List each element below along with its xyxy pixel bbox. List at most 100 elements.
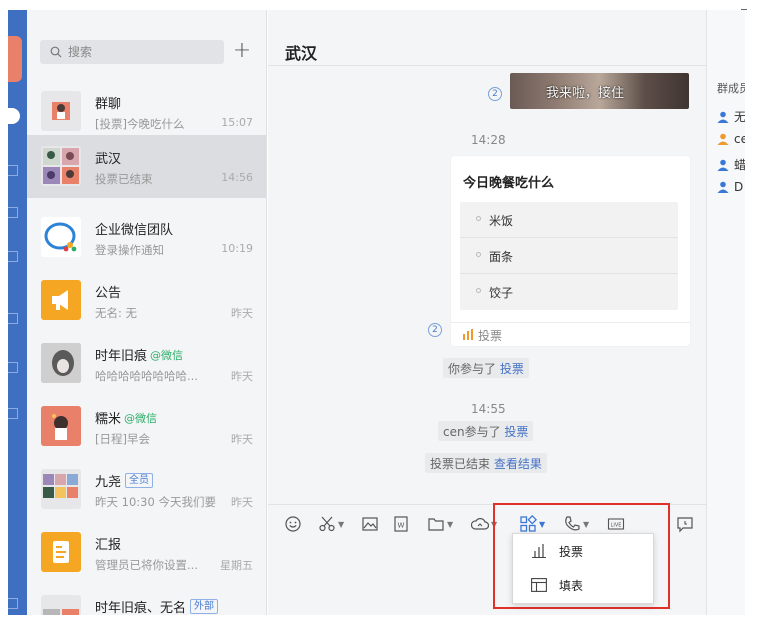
timestamp: 14:28: [471, 133, 506, 147]
conversation-preview: 哈哈哈哈哈哈哈哈...: [95, 369, 198, 383]
group-avatar: [41, 91, 81, 131]
report-icon: [41, 532, 81, 572]
drive-nav-icon[interactable]: [8, 362, 18, 373]
poll-card[interactable]: 今日晚餐吃什么 米饭 面条 饺子 投票: [451, 156, 690, 346]
conversation-preview: 无名: 无: [95, 306, 138, 320]
search-icon: [50, 46, 62, 58]
conversation-title: 时年旧痕、无名 外部: [95, 597, 219, 615]
chevron-down-icon: ▼: [338, 519, 345, 529]
chat-title: 武汉: [285, 44, 318, 63]
docs-nav-icon[interactable]: [8, 207, 18, 218]
add-button[interactable]: +: [232, 40, 252, 64]
search-box[interactable]: [40, 40, 224, 64]
conversation-title: 群聊: [95, 97, 122, 112]
poll-footer-label: 投票: [478, 329, 503, 343]
conversation-title: 汇报: [95, 538, 122, 553]
cloud-icon: [471, 518, 489, 530]
person-icon: [717, 133, 729, 145]
member-header: 群成员: [717, 82, 745, 95]
conversation-preview: [日程]早会: [95, 432, 150, 446]
folder-icon: [428, 518, 444, 531]
conversation-title: 时年旧痕 @微信: [95, 348, 184, 365]
conversation-item[interactable]: 公告 无名: 无 昨天: [27, 269, 266, 332]
chevron-down-icon: ▼: [447, 519, 454, 529]
poll-options: 米饭 面条 饺子: [460, 202, 678, 310]
document-button[interactable]: W: [392, 515, 410, 533]
radio-dot-icon: [476, 252, 481, 257]
member-item[interactable]: cen: [717, 132, 745, 146]
conversation-time: 昨天: [231, 307, 253, 320]
poll-link[interactable]: 投票: [500, 362, 524, 376]
image-icon: [362, 517, 378, 531]
conversation-title: 糯米 @微信: [95, 411, 158, 428]
poll-title: 今日晚餐吃什么: [463, 176, 555, 191]
poll-footer: 投票: [451, 322, 690, 346]
search-input[interactable]: [68, 45, 218, 59]
conversation-preview: 管理员已将你设置...: [95, 558, 198, 572]
emoji-button[interactable]: [284, 515, 302, 533]
image-message[interactable]: 我来啦，接住: [510, 73, 689, 109]
announcement-icon: [41, 280, 81, 320]
conversation-preview: 昨天 10:30 今天我们要: [95, 495, 216, 509]
member-item[interactable]: D: [717, 180, 743, 194]
image-button[interactable]: [361, 515, 379, 533]
file-button[interactable]: ▼: [427, 515, 453, 533]
poll-option[interactable]: 面条: [460, 238, 678, 274]
contact-avatar: [41, 343, 81, 383]
member-item[interactable]: 无: [717, 108, 745, 125]
poll-link[interactable]: 投票: [504, 425, 528, 439]
view-results-link[interactable]: 查看结果: [494, 457, 542, 471]
conversation-item[interactable]: 九尧 全员 昨天 10:30 今天我们要 昨天: [27, 458, 266, 521]
read-count-badge[interactable]: 2: [488, 87, 502, 101]
conversation-time: 14:56: [221, 171, 253, 184]
emoji-icon: [285, 516, 301, 532]
poll-option[interactable]: 饺子: [460, 274, 678, 310]
user-avatar[interactable]: [8, 36, 22, 82]
read-count-badge[interactable]: 2: [428, 323, 442, 337]
conversation-preview: 登录操作通知: [95, 243, 164, 257]
conversation-title: 企业微信团队: [95, 223, 174, 238]
bar-chart-icon: [532, 544, 546, 558]
conversation-item[interactable]: 时年旧痕、无名 外部: [27, 584, 266, 615]
conversation-item[interactable]: 汇报 管理员已将你设置... 星期五: [27, 521, 266, 584]
group-avatar: [41, 595, 81, 615]
member-item[interactable]: 蜡: [717, 156, 745, 173]
wechat-tag: @微信: [124, 411, 158, 425]
person-icon: [717, 111, 729, 123]
workbench-nav-icon[interactable]: [8, 251, 18, 262]
bar-chart-icon: [463, 329, 473, 340]
svg-text:W: W: [398, 522, 405, 530]
timestamp: 14:55: [471, 402, 506, 416]
meeting-nav-icon[interactable]: [8, 408, 18, 419]
contacts-nav-icon[interactable]: [8, 165, 18, 176]
more-nav-icon[interactable]: [8, 598, 18, 609]
conversation-item[interactable]: 武汉 投票已结束 14:56: [27, 135, 266, 198]
image-caption: 我来啦，接住: [546, 86, 625, 101]
all-staff-badge: 全员: [125, 473, 154, 488]
conversation-item[interactable]: 时年旧痕 @微信 哈哈哈哈哈哈哈哈... 昨天: [27, 332, 266, 395]
conversation-title: 九尧 全员: [95, 471, 154, 490]
group-avatar: [41, 469, 81, 509]
screenshot-button[interactable]: ▼: [318, 515, 344, 533]
conversation-item[interactable]: 糯米 @微信 [日程]早会 昨天: [27, 395, 266, 458]
messages-nav-icon[interactable]: [8, 108, 20, 124]
menu-item-form[interactable]: 填表: [513, 568, 655, 602]
system-message: cen参与了 投票: [438, 421, 534, 441]
group-avatar: [41, 146, 81, 186]
conversation-time: 星期五: [220, 559, 253, 572]
chat-header: 武汉: [268, 10, 706, 66]
conversation-item[interactable]: 企业微信团队 登录操作通知 10:19: [27, 206, 266, 269]
conversation-time: 15:07: [221, 116, 253, 129]
calendar-nav-icon[interactable]: [8, 313, 18, 324]
conversation-time: 昨天: [231, 433, 253, 446]
conversation-list: + 群聊 [投票]今晚吃什么 15:07 武汉 投票已结束 14:56 企业微信…: [27, 10, 267, 615]
radio-dot-icon: [476, 288, 481, 293]
conversation-item[interactable]: 群聊 [投票]今晚吃什么 15:07: [27, 80, 266, 143]
poll-option[interactable]: 米饭: [460, 202, 678, 238]
person-icon: [717, 181, 729, 193]
menu-item-poll[interactable]: 投票: [513, 534, 655, 568]
system-message: 投票已结束 查看结果: [425, 453, 547, 473]
table-icon: [531, 578, 547, 592]
message-icon: [677, 517, 693, 533]
message-history-button[interactable]: [676, 515, 694, 533]
